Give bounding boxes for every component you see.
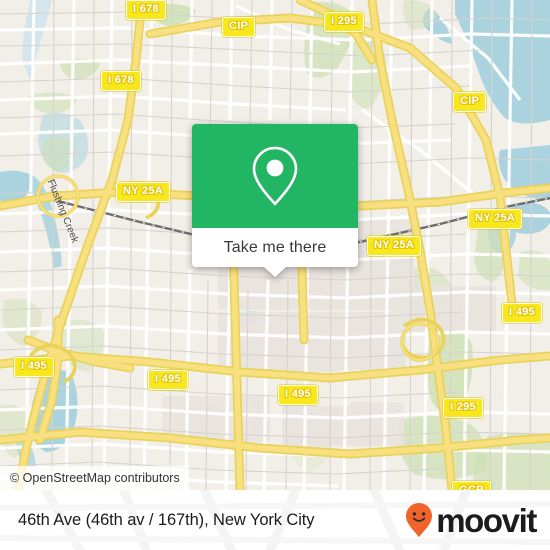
highway-shield: NY 25A (116, 182, 171, 202)
popup-header (192, 124, 358, 228)
moovit-wordmark: moovit (436, 501, 537, 539)
highway-shield: CIP (453, 92, 487, 112)
highway-shield: GCP (452, 481, 491, 490)
map-pin-icon (252, 146, 298, 206)
map-popup-card[interactable]: Take me there (192, 124, 358, 277)
moovit-pin-smiley-icon (406, 503, 433, 537)
highway-shield: NY 25A (468, 209, 523, 229)
map-screenshot: I 678 CIP I 295 CIP I 678 NY 25A NY 25A NY 25A I… (0, 0, 550, 550)
highway-shield: NY 25A (367, 236, 422, 256)
take-me-there-label: Take me there (223, 238, 327, 256)
map-attribution[interactable]: © OpenStreetMap contributors (0, 466, 189, 490)
highway-shield: I 495 (14, 357, 54, 377)
highway-shield: I 678 (101, 71, 141, 91)
place-name-label: 46th Ave (46th av / 167th), New York Cit… (18, 510, 315, 529)
attribution-text: © OpenStreetMap contributors (10, 471, 180, 485)
highway-shield: I 495 (148, 370, 188, 390)
popup-pointer-tail (264, 267, 286, 277)
highway-shield: I 495 (278, 385, 318, 405)
moovit-brand[interactable]: moovit (404, 501, 537, 539)
footer-bar: 46th Ave (46th av / 167th), New York Cit… (0, 490, 550, 550)
highway-shield: CIP (222, 17, 256, 37)
highway-shield: I 295 (443, 398, 483, 418)
highway-shield: I 678 (126, 0, 166, 20)
highway-shield: I 495 (502, 303, 542, 323)
highway-shield: I 295 (324, 12, 364, 32)
popup-action-row[interactable]: Take me there (192, 228, 358, 267)
